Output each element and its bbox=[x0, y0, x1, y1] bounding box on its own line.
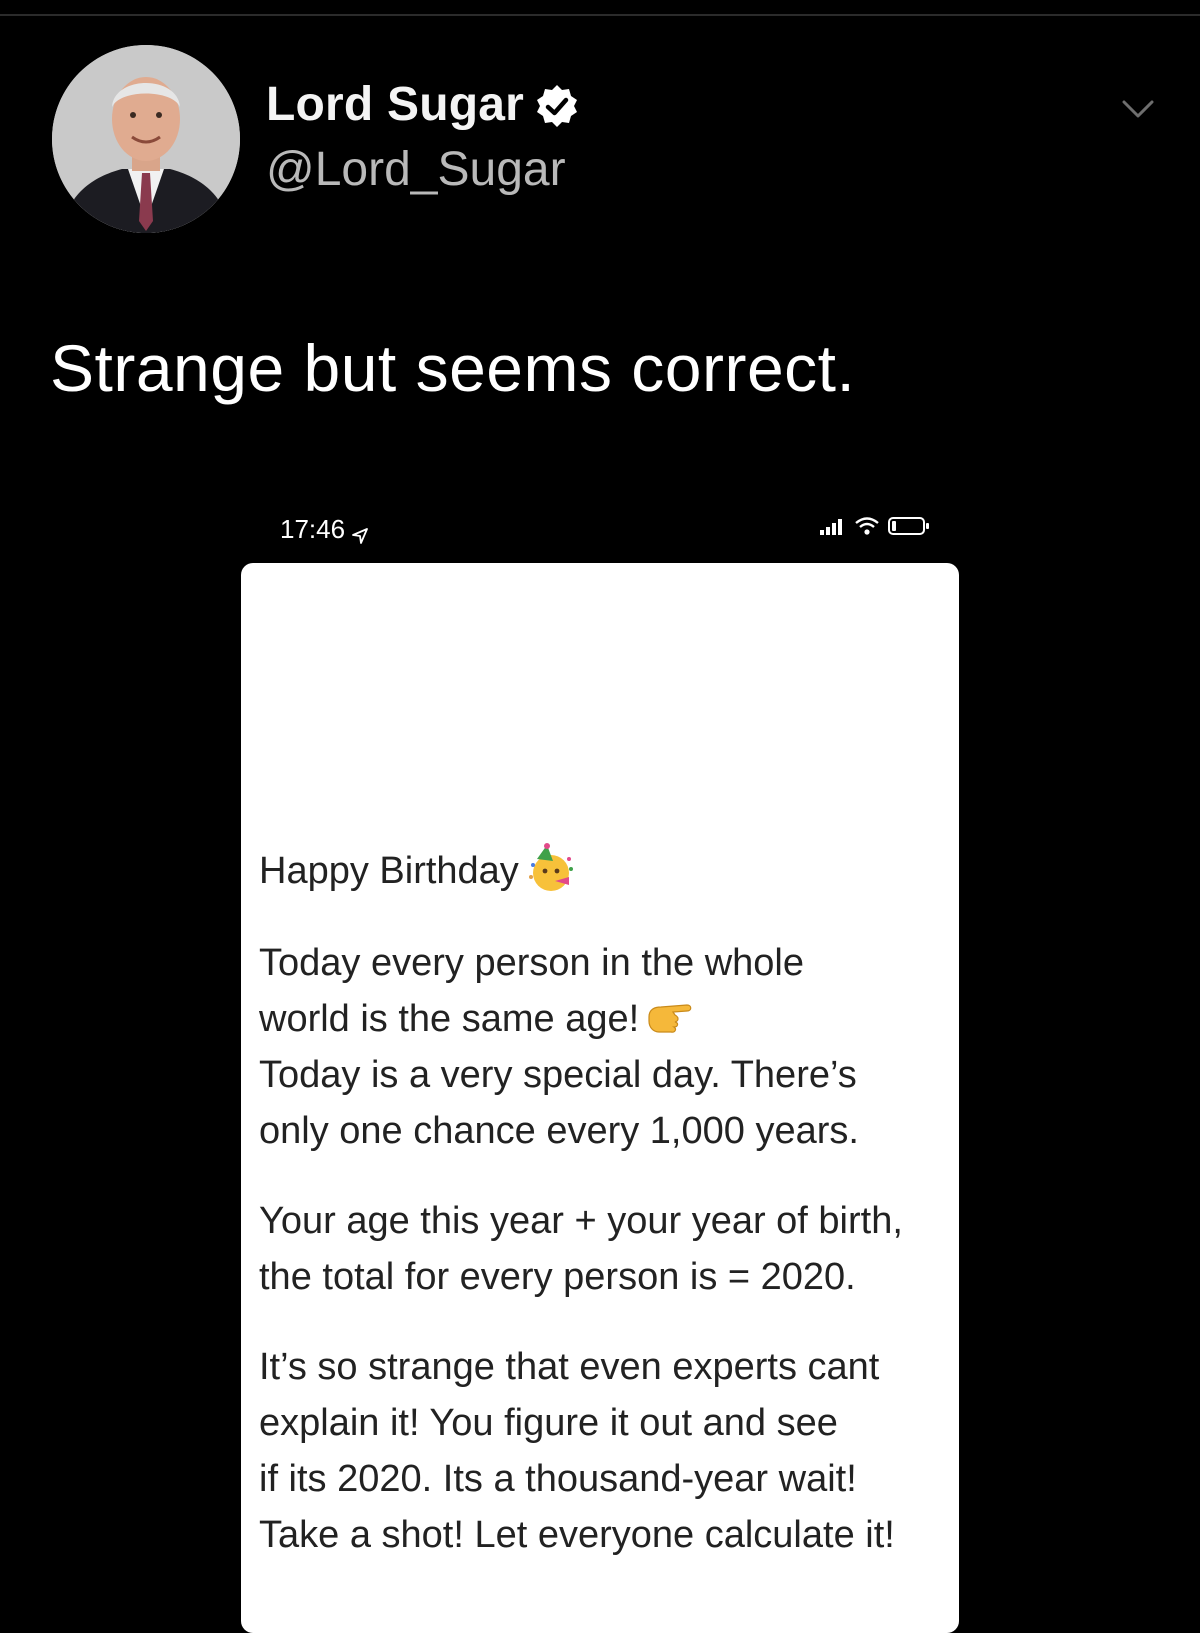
message-line-10: Take a shot! Let everyone calculate it! bbox=[259, 1514, 895, 1556]
message-line-4: only one chance every 1,000 years. bbox=[259, 1110, 859, 1152]
status-time: 17:46 bbox=[280, 514, 346, 544]
message-line-8: explain it! You figure it out and see bbox=[259, 1402, 838, 1444]
location-arrow-icon bbox=[351, 521, 369, 544]
message-line-2: world is the same age! bbox=[259, 998, 640, 1040]
partying-face-icon bbox=[525, 843, 577, 895]
avatar-image bbox=[52, 45, 240, 233]
message-line-5: Your age this year + your year of birth, bbox=[259, 1200, 903, 1242]
pointing-hand-icon bbox=[645, 991, 697, 1043]
signal-icon bbox=[820, 517, 846, 535]
message-line-9: if its 2020. Its a thousand-year wait! bbox=[259, 1458, 857, 1500]
verified-badge-icon bbox=[534, 83, 580, 129]
message-line-2-row: world is the same age! bbox=[259, 991, 949, 1047]
user-handle[interactable]: @Lord_Sugar bbox=[266, 142, 566, 197]
top-divider bbox=[0, 14, 1200, 16]
status-time-group: 17:46 bbox=[280, 514, 369, 545]
avatar[interactable] bbox=[52, 45, 240, 233]
battery-icon bbox=[888, 516, 930, 536]
chevron-down-icon[interactable] bbox=[1118, 88, 1158, 128]
tweet-text: Strange but seems correct. bbox=[50, 331, 856, 405]
display-name[interactable]: Lord Sugar bbox=[266, 77, 524, 132]
status-icons bbox=[820, 516, 930, 536]
embedded-message-card: Happy Birthday Today every person in the… bbox=[241, 563, 959, 1633]
embedded-status-bar: 17:46 bbox=[240, 508, 960, 552]
message-body: Happy Birthday Today every person in the… bbox=[259, 843, 949, 1563]
greeting-line: Happy Birthday bbox=[259, 843, 949, 899]
wifi-icon bbox=[854, 516, 880, 536]
message-line-1: Today every person in the whole bbox=[259, 942, 804, 984]
message-line-6: the total for every person is = 2020. bbox=[259, 1256, 856, 1298]
message-line-7: It’s so strange that even experts cant bbox=[259, 1346, 880, 1388]
greeting-text: Happy Birthday bbox=[259, 850, 519, 892]
author-name-row: Lord Sugar bbox=[266, 74, 580, 134]
message-line-3: Today is a very special day. There’s bbox=[259, 1054, 857, 1096]
